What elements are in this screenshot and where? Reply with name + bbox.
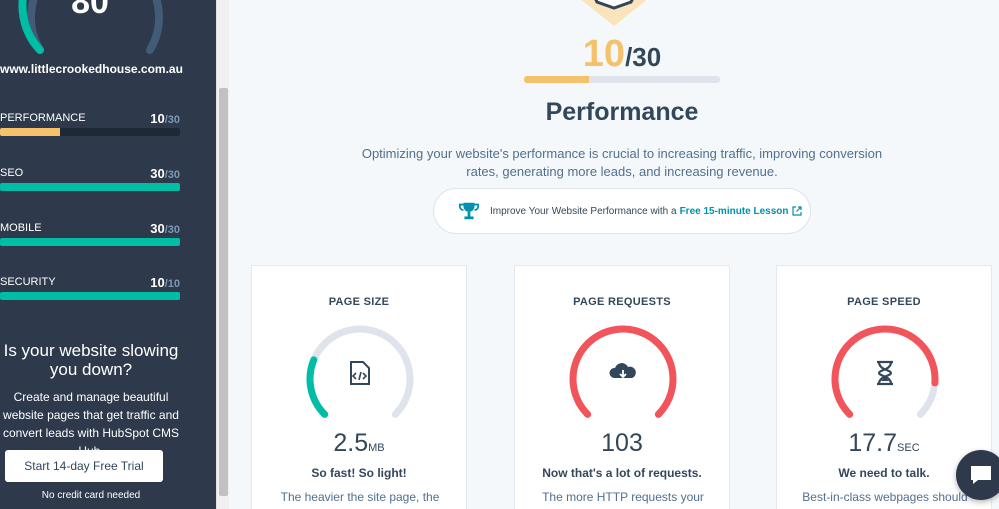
- scrollbar-thumb[interactable]: [219, 88, 228, 496]
- section-description: Optimizing your website's performance is…: [361, 146, 883, 179]
- score-label: PERFORMANCE: [0, 112, 86, 124]
- trophy-icon: [458, 202, 480, 220]
- score-fill: [0, 183, 180, 191]
- metric-value: 17.7SEC: [848, 429, 920, 457]
- score-fill: [0, 238, 180, 246]
- chat-icon: [971, 466, 991, 484]
- score-value: 30/30: [150, 221, 180, 236]
- lesson-text: Improve Your Website Performance with a: [490, 205, 677, 217]
- overall-score: 80: [71, 0, 109, 21]
- sidebar: 80 www.littlecrookedhouse.com.au PERFORM…: [0, 0, 216, 509]
- sidebar-scrollbar[interactable]: [216, 0, 229, 509]
- external-link-icon: [791, 206, 802, 216]
- metric-message: Now that's a lot of requests.: [542, 466, 702, 480]
- score-row-performance: PERFORMANCE 10/30: [0, 111, 182, 138]
- metric-title: PAGE SIZE: [328, 296, 390, 308]
- metric-value: 103: [601, 429, 643, 457]
- score-value: 10: [582, 33, 626, 75]
- badge-shield-icon: [581, 0, 647, 26]
- no-credit-card-note: No credit card needed: [41, 490, 141, 501]
- metric-title: PAGE SPEED: [847, 296, 921, 308]
- performance-score: 10/30: [229, 34, 999, 77]
- cloud-download-icon: [609, 363, 636, 379]
- metric-gauge: [306, 325, 414, 418]
- metric-card-page-size: PAGE SIZE 2.5MB So fast! So light! The heav…: [251, 265, 467, 509]
- metric-card-page-requests: PAGE REQUESTS 103 Now that's a lot of requ…: [514, 265, 730, 509]
- code-file-icon: [350, 361, 370, 385]
- metric-description: Best-in-class webpages should become int…: [802, 490, 968, 509]
- score-row-mobile: MOBILE 30/30: [0, 221, 182, 248]
- overall-score-gauge: 80: [18, 0, 163, 54]
- metric-message: So fast! So light!: [311, 466, 407, 480]
- metric-gauge: [569, 325, 677, 418]
- hourglass-icon: [877, 360, 893, 386]
- score-track: [0, 183, 180, 191]
- score-value: 30/30: [150, 166, 180, 181]
- score-track: [0, 128, 180, 136]
- metric-title: PAGE REQUESTS: [573, 296, 671, 308]
- start-trial-button[interactable]: Start 14-day Free Trial: [5, 450, 163, 482]
- score-max: /30: [625, 42, 662, 72]
- score-row-seo: SEO 30/30: [0, 166, 182, 193]
- performance-progress-bar: [524, 76, 720, 83]
- metric-value: 2.5MB: [333, 429, 385, 457]
- score-track: [0, 238, 180, 246]
- score-row-security: SECURITY 10/10: [0, 275, 182, 302]
- score-label: MOBILE: [0, 222, 42, 234]
- site-url: www.littlecrookedhouse.com.au: [0, 62, 183, 76]
- score-value: 10/10: [150, 275, 180, 290]
- score-fill: [0, 292, 180, 300]
- score-fill: [0, 128, 60, 136]
- score-label: SEO: [0, 167, 24, 179]
- score-value: 10/30: [150, 111, 180, 126]
- metric-description: The heavier the site page, the slower th…: [280, 490, 440, 509]
- promo-title: Is your website slowing you down?: [3, 341, 179, 379]
- performance-progress-fill: [524, 76, 590, 83]
- section-title: Performance: [545, 98, 699, 126]
- lesson-banner: Improve Your Website Performance with a …: [433, 188, 811, 234]
- score-track: [0, 292, 180, 300]
- metric-gauge: [831, 325, 939, 418]
- main-content: 10/30 Performance Optimizing your websit…: [229, 0, 999, 509]
- metric-description: The more HTTP requests your website make…: [542, 490, 704, 509]
- chat-button[interactable]: [956, 450, 999, 500]
- score-label: SECURITY: [0, 276, 56, 288]
- free-lesson-link[interactable]: Free 15-minute Lesson: [680, 206, 789, 217]
